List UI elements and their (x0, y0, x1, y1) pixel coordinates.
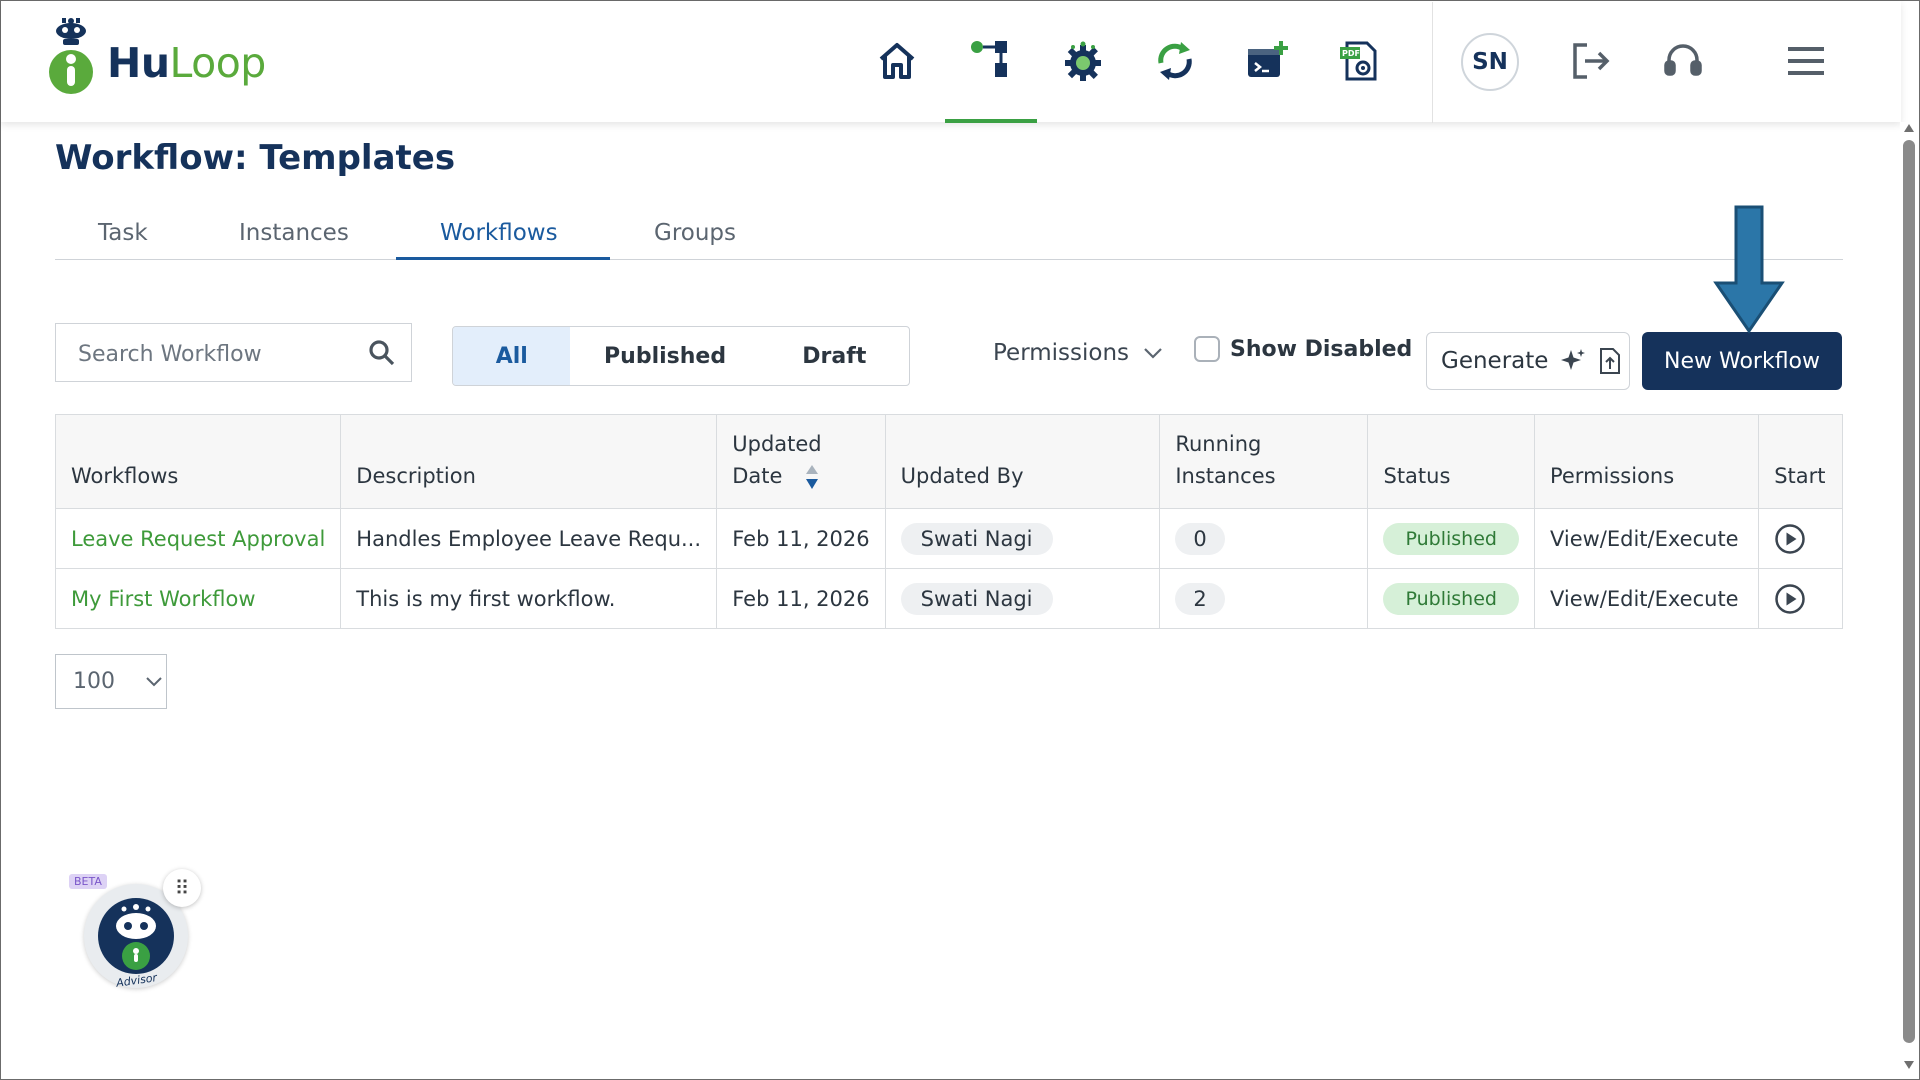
column-header-workflows[interactable]: Workflows (54, 414, 342, 509)
chevron-down-icon (146, 677, 162, 687)
table-row[interactable]: Leave Request Approval Handles Employee … (54, 508, 1843, 569)
search-icon[interactable] (368, 339, 396, 367)
column-header-permissions[interactable]: Permissions (1533, 414, 1760, 509)
workflow-description: Handles Employee Leave Requ... (340, 508, 718, 569)
brand-logo-text: HuLoop (107, 39, 266, 87)
permissions-dropdown[interactable]: Permissions (993, 340, 1163, 366)
column-header-description[interactable]: Description (340, 414, 718, 509)
updated-by-cell: Swati Nagi (884, 508, 1161, 569)
updated-date-header-line1: Updated (732, 432, 822, 456)
column-header-running-instances[interactable]: Running Instances (1159, 414, 1369, 509)
updated-by-pill: Swati Nagi (900, 582, 1053, 615)
updated-date-header-line2: Date (732, 464, 783, 488)
running-header-line1: Running (1175, 432, 1262, 456)
column-header-updated-by[interactable]: Updated By (884, 414, 1161, 509)
pdf-settings-icon[interactable]: PDF (1335, 37, 1383, 85)
workflow-name[interactable]: Leave Request Approval (71, 527, 325, 551)
running-instances-cell: 0 (1159, 508, 1369, 569)
workflow-description: This is my first workflow. (340, 568, 718, 629)
annotation-arrow-icon (1713, 205, 1785, 334)
running-instances-cell: 2 (1159, 568, 1369, 629)
permissions-value: View/Edit/Execute (1533, 508, 1760, 569)
scroll-down-arrow-icon[interactable] (1903, 1059, 1915, 1071)
file-upload-icon (1600, 348, 1621, 374)
show-disabled-checkbox[interactable] (1194, 336, 1220, 362)
drag-handle-icon[interactable]: ⠿ (163, 869, 201, 907)
play-icon[interactable] (1774, 583, 1806, 615)
workflows-table: Workflows Description Updated Date Updat… (54, 414, 1843, 629)
running-instances-count[interactable]: 0 (1175, 522, 1225, 555)
column-header-start: Start (1758, 414, 1843, 509)
menu-icon[interactable] (1782, 37, 1830, 85)
header-divider (1432, 2, 1433, 123)
status-badge: Published (1383, 582, 1519, 615)
scroll-up-arrow-icon[interactable] (1903, 122, 1915, 134)
filter-published-button[interactable]: Published (570, 327, 759, 385)
beta-badge: BETA (69, 874, 107, 889)
generate-button-label: Generate (1441, 348, 1549, 374)
tabs-divider (55, 259, 1843, 260)
advisor-label: Advisor (114, 971, 159, 988)
show-disabled-label: Show Disabled (1230, 336, 1413, 362)
page-size-select[interactable]: 100 (55, 654, 167, 709)
page-size-value: 100 (73, 669, 115, 694)
active-tab-underline (396, 257, 610, 260)
column-header-status[interactable]: Status (1367, 414, 1535, 509)
updated-date: Feb 11, 2026 (716, 568, 886, 629)
workflow-name[interactable]: My First Workflow (71, 587, 256, 611)
chevron-down-icon (1144, 348, 1162, 359)
status-cell: Published (1367, 508, 1535, 569)
running-instances-count[interactable]: 2 (1175, 582, 1225, 615)
table-header-row: Workflows Description Updated Date Updat… (54, 414, 1843, 509)
generate-button[interactable]: Generate (1426, 332, 1630, 390)
running-header-line2: Instances (1175, 464, 1276, 488)
search-box (55, 323, 412, 382)
home-icon[interactable] (873, 37, 921, 85)
show-disabled-toggle[interactable]: Show Disabled (1194, 336, 1412, 362)
page-title: Workflow: Templates (55, 138, 456, 178)
workflow-name-link[interactable]: My First Workflow (54, 568, 342, 629)
play-icon[interactable] (1774, 523, 1806, 555)
table-row[interactable]: My First Workflow This is my first workf… (54, 568, 1843, 629)
permissions-dropdown-label: Permissions (993, 340, 1130, 366)
new-workflow-button[interactable]: New Workflow (1642, 332, 1842, 390)
nav-active-indicator (945, 119, 1037, 123)
terminal-add-icon[interactable] (1243, 37, 1291, 85)
logout-icon[interactable] (1566, 37, 1614, 85)
filter-draft-button[interactable]: Draft (760, 327, 909, 385)
tab-groups[interactable]: Groups (654, 220, 736, 246)
user-avatar[interactable]: SN (1461, 33, 1519, 91)
start-cell (1758, 568, 1843, 629)
workflow-name-link[interactable]: Leave Request Approval (54, 508, 342, 569)
tab-instances[interactable]: Instances (239, 220, 349, 246)
updated-by-pill: Swati Nagi (900, 522, 1053, 555)
column-header-updated-date[interactable]: Updated Date (716, 414, 886, 509)
svg-text:PDF: PDF (1342, 49, 1360, 58)
permissions-value: View/Edit/Execute (1533, 568, 1760, 629)
tab-workflows[interactable]: Workflows (440, 220, 558, 246)
support-headset-icon[interactable] (1659, 37, 1707, 85)
sort-icon[interactable] (805, 464, 819, 490)
start-cell (1758, 508, 1843, 569)
sparkle-icon (1561, 349, 1586, 370)
sync-icon[interactable] (1151, 37, 1199, 85)
workflow-icon[interactable] (967, 37, 1015, 85)
updated-date: Feb 11, 2026 (716, 508, 886, 569)
updated-by-cell: Swati Nagi (884, 568, 1161, 629)
scrollbar-thumb[interactable] (1903, 140, 1915, 1043)
status-cell: Published (1367, 568, 1535, 629)
filter-all-button[interactable]: All (453, 327, 571, 385)
status-filter-group: All Published Draft (452, 326, 910, 386)
status-badge: Published (1383, 522, 1519, 555)
top-header: HuLoop PDF SN (1, 1, 1901, 123)
search-input[interactable] (76, 338, 360, 370)
huloop-logo-icon (49, 18, 93, 94)
tab-task[interactable]: Task (98, 220, 148, 246)
automation-gear-icon[interactable] (1059, 37, 1107, 85)
